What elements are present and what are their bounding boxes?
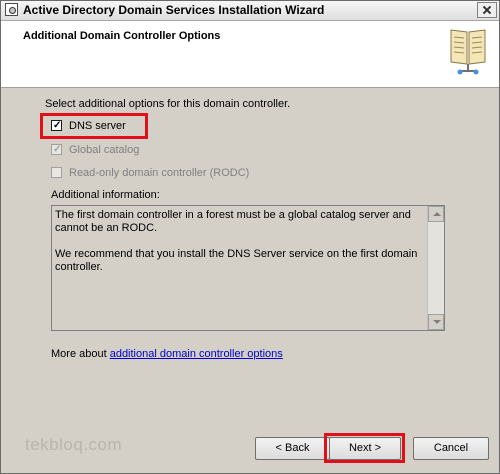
additional-info-label: Additional information: (51, 189, 160, 201)
dns-server-label: DNS server (69, 120, 126, 132)
scroll-up-icon[interactable] (428, 206, 444, 222)
rodc-checkbox (51, 167, 62, 178)
scroll-down-icon[interactable] (428, 314, 444, 330)
info-paragraph: We recommend that you install the DNS Se… (55, 248, 418, 273)
page-heading: Additional Domain Controller Options (23, 30, 221, 42)
more-about-prefix: More about (51, 348, 110, 360)
book-icon (450, 29, 486, 75)
global-catalog-checkbox: ✓ (51, 144, 62, 155)
additional-info-textbox[interactable]: The first domain controller in a forest … (51, 205, 445, 331)
wizard-header: Additional Domain Controller Options (1, 21, 499, 88)
info-paragraph: The first domain controller in a forest … (55, 209, 411, 234)
watermark: tekbloq.com (25, 435, 123, 454)
info-text: The first domain controller in a forest … (55, 209, 425, 287)
cancel-button[interactable]: Cancel (413, 437, 489, 460)
title-bar[interactable]: Active Directory Domain Services Install… (1, 1, 499, 21)
intro-text: Select additional options for this domai… (45, 98, 291, 110)
global-catalog-label: Global catalog (69, 144, 140, 156)
close-icon[interactable] (477, 2, 497, 18)
more-about-text: More about additional domain controller … (51, 348, 283, 360)
more-about-link[interactable]: additional domain controller options (110, 348, 283, 360)
info-scrollbar[interactable] (427, 206, 444, 330)
dns-server-checkbox[interactable]: ✓ (51, 120, 62, 131)
window-title: Active Directory Domain Services Install… (23, 3, 325, 17)
rodc-label: Read-only domain controller (RODC) (69, 167, 250, 179)
next-button[interactable]: Next > (329, 437, 401, 460)
back-button[interactable]: < Back (255, 437, 330, 460)
wizard-window: Active Directory Domain Services Install… (0, 0, 500, 474)
app-icon[interactable] (5, 3, 18, 16)
